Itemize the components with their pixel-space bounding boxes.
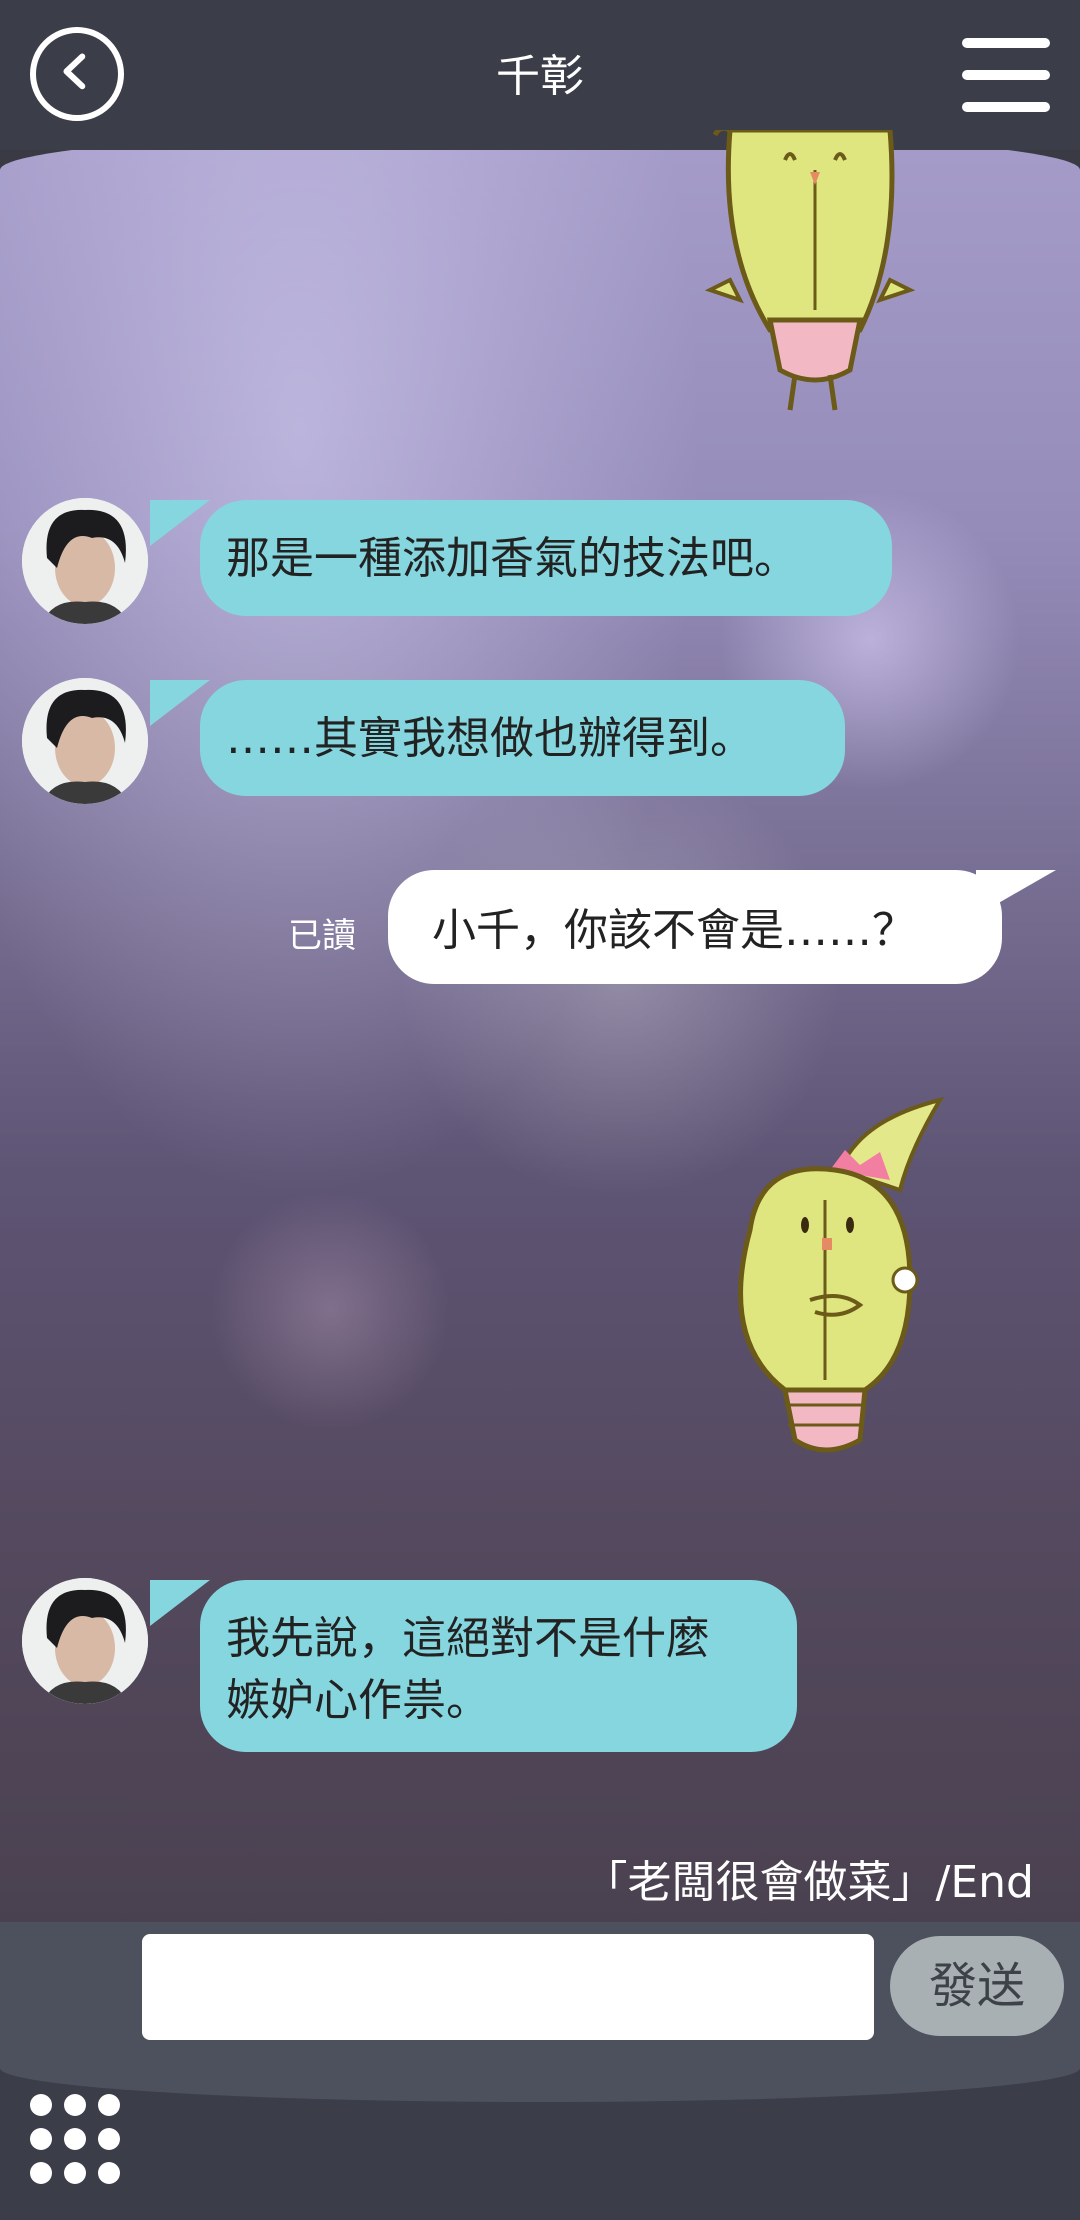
message-bubble-self[interactable]: 小千，你該不會是……？	[388, 870, 1002, 984]
chat-title: 千彰	[496, 51, 584, 102]
hamburger-menu-icon	[962, 38, 1050, 48]
message-text-line: 嫉妒心作祟。	[226, 1675, 490, 1726]
cactus-upside-down-sticker	[700, 125, 920, 420]
contact-avatar[interactable]	[22, 678, 148, 804]
apps-button[interactable]	[30, 2094, 122, 2186]
grid-dots-icon	[30, 2094, 52, 2116]
contact-avatar[interactable]	[22, 1578, 148, 1704]
story-end-label: 「老闆很會做菜」/End	[583, 1857, 1034, 1908]
message-text: 那是一種添加香氣的技法吧。	[226, 533, 798, 584]
message-text: 小千，你該不會是……？	[432, 905, 916, 956]
message-bubble[interactable]: ……其實我想做也辦得到。	[200, 680, 845, 796]
contact-avatar[interactable]	[22, 498, 148, 624]
message-bubble[interactable]: 那是一種添加香氣的技法吧。	[200, 500, 892, 616]
read-status: 已讀	[288, 916, 356, 956]
menu-button[interactable]	[962, 38, 1050, 114]
message-text: ……其實我想做也辦得到。	[226, 713, 754, 764]
send-button[interactable]: 發送	[890, 1936, 1064, 2036]
message-text-line: 我先說，這絕對不是什麼	[226, 1613, 710, 1664]
cactus-thinking-sticker	[700, 1090, 950, 1470]
message-bubble[interactable]: 我先說，這絕對不是什麼 嫉妒心作祟。	[200, 1580, 797, 1752]
top-bar: 千彰	[0, 0, 1080, 150]
message-input[interactable]	[142, 1934, 874, 2040]
composer: 發送	[0, 1922, 1080, 2102]
